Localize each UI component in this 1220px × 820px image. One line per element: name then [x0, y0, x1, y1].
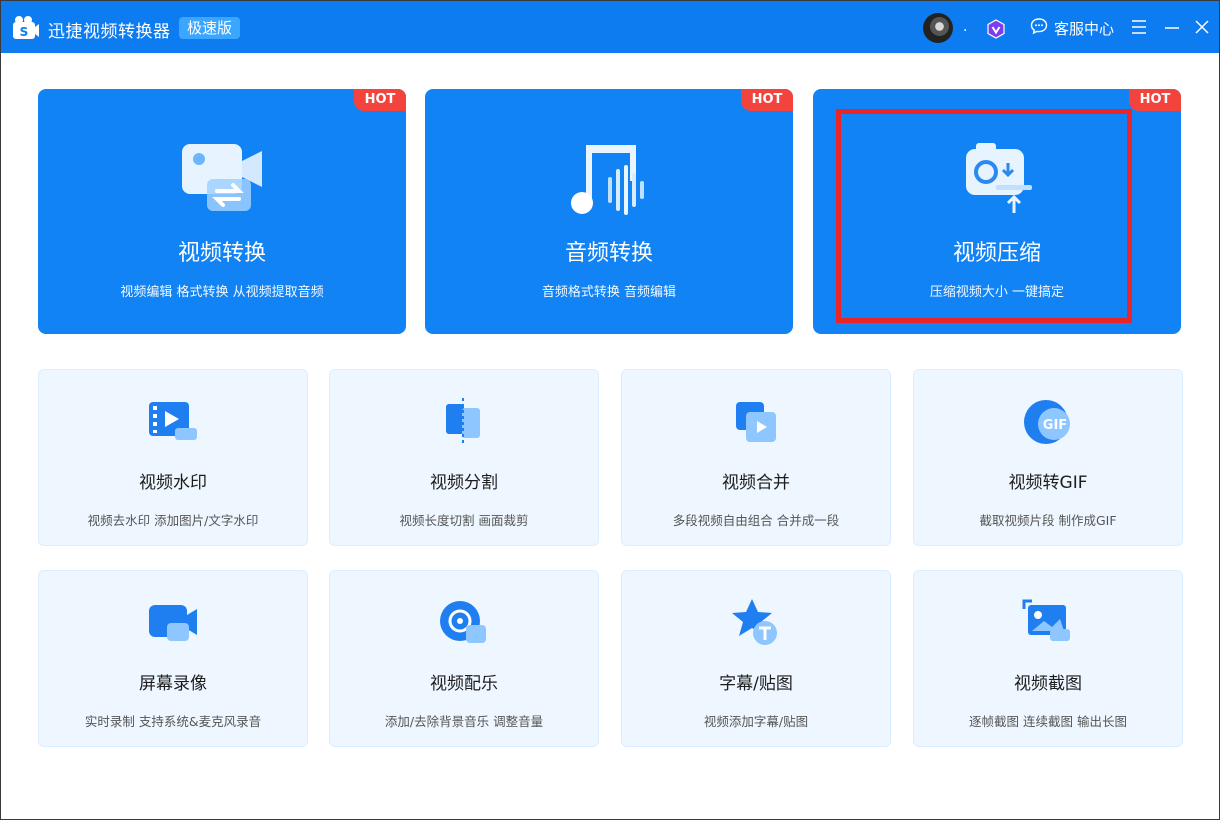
screenshot-icon [1020, 595, 1076, 651]
tool-card-merge[interactable]: 视频合并 多段视频自由组合 合并成一段 [621, 369, 891, 546]
customer-service-button[interactable]: 客服中心 [1030, 17, 1114, 39]
tool-title: 视频转GIF [1008, 473, 1088, 493]
tool-card-split[interactable]: 视频分割 视频长度切割 画面裁剪 [329, 369, 599, 546]
screen-record-icon [145, 595, 201, 651]
app-window: S 迅捷视频转换器 极速版 . 客服中心 HOT 视频转换 视频编辑 格式转换 … [0, 0, 1220, 820]
audio-convert-card[interactable]: HOT 音频转换 音频格式转换 音频编辑 [425, 89, 793, 334]
card-subtitle: 音频格式转换 音频编辑 [541, 285, 677, 300]
app-logo-icon: S [12, 15, 40, 41]
edition-badge: 极速版 [179, 17, 241, 39]
tool-card-screenshot[interactable]: 视频截图 逐帧截图 连续截图 输出长图 [913, 570, 1183, 747]
tool-subtitle: 添加/去除背景音乐 调整音量 [384, 714, 544, 729]
tool-title: 字幕/贴图 [719, 674, 793, 694]
tool-subtitle: 实时录制 支持系统&麦克风录音 [84, 714, 262, 729]
hot-badge: HOT [354, 89, 406, 111]
tool-title: 屏幕录像 [139, 674, 207, 694]
video-convert-card[interactable]: HOT 视频转换 视频编辑 格式转换 从视频提取音频 [38, 89, 406, 334]
tool-card-music[interactable]: 视频配乐 添加/去除背景音乐 调整音量 [329, 570, 599, 747]
minimize-icon[interactable] [1161, 15, 1183, 39]
tool-subtitle: 逐帧截图 连续截图 输出长图 [969, 714, 1127, 729]
app-title: 迅捷视频转换器 [48, 22, 171, 42]
split-icon [436, 394, 492, 450]
tool-subtitle: 截取视频片段 制作成GIF [979, 513, 1117, 528]
svg-text:S: S [20, 25, 29, 39]
user-name[interactable]: . [963, 19, 967, 35]
tool-subtitle: 多段视频自由组合 合并成一段 [672, 513, 840, 528]
card-subtitle: 视频编辑 格式转换 从视频提取音频 [120, 285, 324, 300]
card-title: 视频压缩 [952, 241, 1041, 266]
card-subtitle: 压缩视频大小 一键搞定 [929, 285, 1065, 300]
vip-icon[interactable] [986, 19, 1006, 39]
tool-card-gif[interactable]: GIF 视频转GIF 截取视频片段 制作成GIF [913, 369, 1183, 546]
hot-badge: HOT [741, 89, 793, 111]
hot-badge: HOT [1129, 89, 1181, 111]
user-avatar[interactable] [923, 13, 953, 43]
svg-text:GIF: GIF [1043, 418, 1067, 433]
tool-title: 视频配乐 [430, 674, 498, 694]
tool-subtitle: 视频长度切割 画面裁剪 [399, 513, 529, 528]
tool-card-screen-record[interactable]: 屏幕录像 实时录制 支持系统&麦克风录音 [38, 570, 308, 747]
music-icon [436, 595, 492, 651]
tool-card-watermark[interactable]: 视频水印 视频去水印 添加图片/文字水印 [38, 369, 308, 546]
subtitle-icon [728, 595, 784, 651]
video-convert-icon [177, 139, 267, 219]
merge-icon [728, 394, 784, 450]
card-title: 音频转换 [564, 241, 653, 266]
customer-service-label: 客服中心 [1054, 19, 1115, 38]
tool-title: 视频水印 [139, 473, 207, 493]
tool-card-subtitle[interactable]: 字幕/贴图 视频添加字幕/贴图 [621, 570, 891, 747]
chat-bubble-icon [1030, 17, 1048, 39]
title-bar: S 迅捷视频转换器 极速版 . 客服中心 [1, 1, 1219, 53]
tool-title: 视频合并 [722, 473, 790, 493]
tool-subtitle: 视频添加字幕/贴图 [703, 714, 809, 729]
gif-icon: GIF [1020, 394, 1076, 450]
menu-icon[interactable] [1128, 15, 1150, 39]
tool-title: 视频截图 [1014, 674, 1082, 694]
watermark-icon [145, 394, 201, 450]
close-icon[interactable] [1191, 15, 1213, 39]
video-compress-icon [952, 139, 1042, 219]
tool-title: 视频分割 [430, 473, 498, 493]
card-title: 视频转换 [177, 241, 266, 266]
audio-convert-icon [564, 139, 654, 219]
video-compress-card[interactable]: HOT 视频压缩 压缩视频大小 一键搞定 [813, 89, 1181, 334]
tool-subtitle: 视频去水印 添加图片/文字水印 [87, 513, 259, 528]
